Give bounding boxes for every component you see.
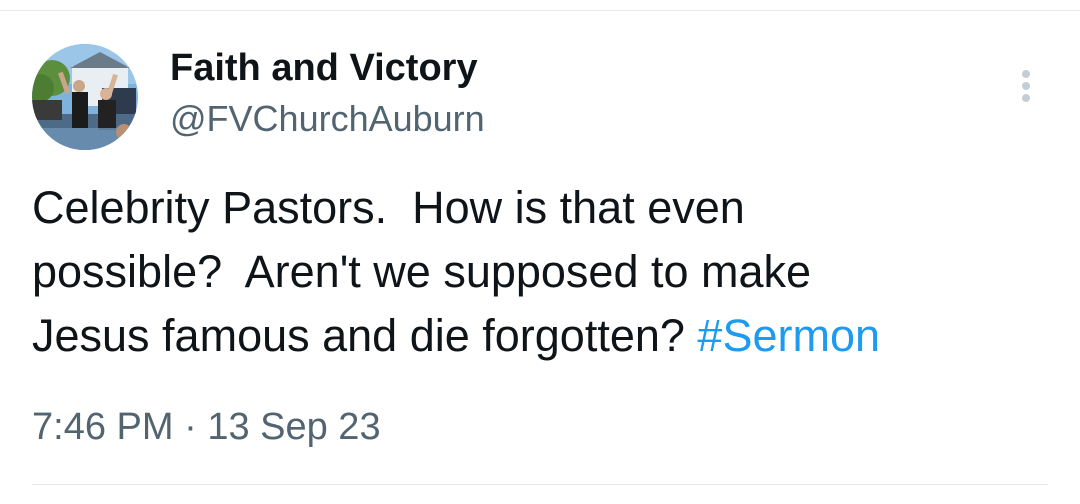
meta-separator: · [173, 406, 208, 448]
bottom-divider [32, 484, 1048, 485]
tweet-text-line: Celebrity Pastors. How is that even [32, 182, 745, 233]
tweet-timestamp[interactable]: 7:46 PM · 13 Sep 23 [32, 402, 381, 452]
profile-photo [32, 44, 138, 150]
tweet-text: Celebrity Pastors. How is that even poss… [32, 176, 1032, 368]
more-options-button[interactable] [1004, 64, 1048, 108]
tweet-time: 7:46 PM [32, 406, 174, 448]
author-handle[interactable]: @FVChurchAuburn [170, 96, 485, 142]
hashtag-link[interactable]: #Sermon [697, 310, 880, 361]
tweet-text-line: Jesus famous and die forgotten? [32, 310, 698, 361]
author-display-name[interactable]: Faith and Victory [170, 44, 478, 92]
more-vertical-icon [1022, 70, 1030, 102]
tweet-date: 13 Sep 23 [207, 406, 381, 448]
tweet: Faith and Victory @FVChurchAuburn Celebr… [0, 0, 1080, 504]
avatar[interactable] [32, 44, 138, 150]
tweet-text-line: possible? Aren't we supposed to make [32, 246, 812, 297]
